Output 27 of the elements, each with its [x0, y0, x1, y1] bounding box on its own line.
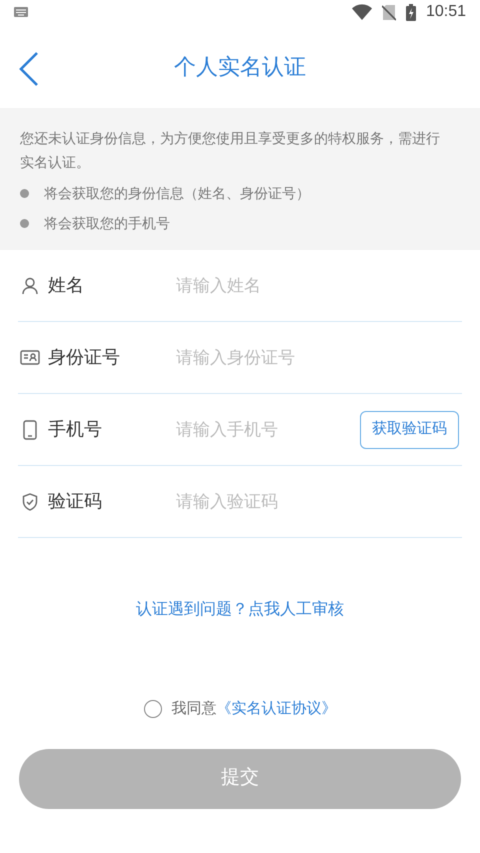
get-code-button[interactable]: 获取验证码 — [360, 410, 459, 448]
id-card-icon — [20, 350, 40, 365]
back-icon — [19, 52, 39, 86]
battery-charging-icon — [406, 4, 416, 20]
notice-item: 将会获取您的身份信息（姓名、身份证号） — [44, 184, 310, 202]
agree-checkbox[interactable] — [144, 700, 162, 718]
shield-icon — [22, 492, 38, 510]
field-label: 手机号 — [48, 418, 103, 441]
input-field[interactable]: 请输入手机号 — [176, 416, 360, 442]
agreement-link[interactable]: 《实名认证协议》 — [216, 698, 336, 720]
phone-icon — [23, 420, 37, 440]
field-label: 身份证号 — [48, 346, 121, 369]
input-field[interactable]: 请输入姓名 — [176, 272, 462, 298]
agreement-text: 我同意 — [172, 699, 216, 719]
notice-text: 您还未认证身份信息，为方便您使用且享受更多的特权服务，需进行实名认证。 — [20, 129, 441, 172]
person-icon — [22, 276, 38, 294]
input-field[interactable]: 请输入验证码 — [176, 488, 462, 514]
page-title: 个人实名认证 — [174, 52, 306, 80]
input-field[interactable]: 请输入身份证号 — [176, 344, 462, 370]
wifi-icon — [352, 4, 372, 20]
field-label: 姓名 — [48, 274, 85, 297]
notice-item: 将会获取您的手机号 — [44, 214, 170, 232]
status-time: 10:51 — [426, 2, 466, 22]
field-label: 验证码 — [48, 490, 103, 513]
no-sim-icon — [382, 4, 396, 20]
keyboard-icon — [14, 7, 28, 17]
manual-review-link[interactable]: 认证遇到问题？点我人工审核 — [136, 598, 344, 622]
